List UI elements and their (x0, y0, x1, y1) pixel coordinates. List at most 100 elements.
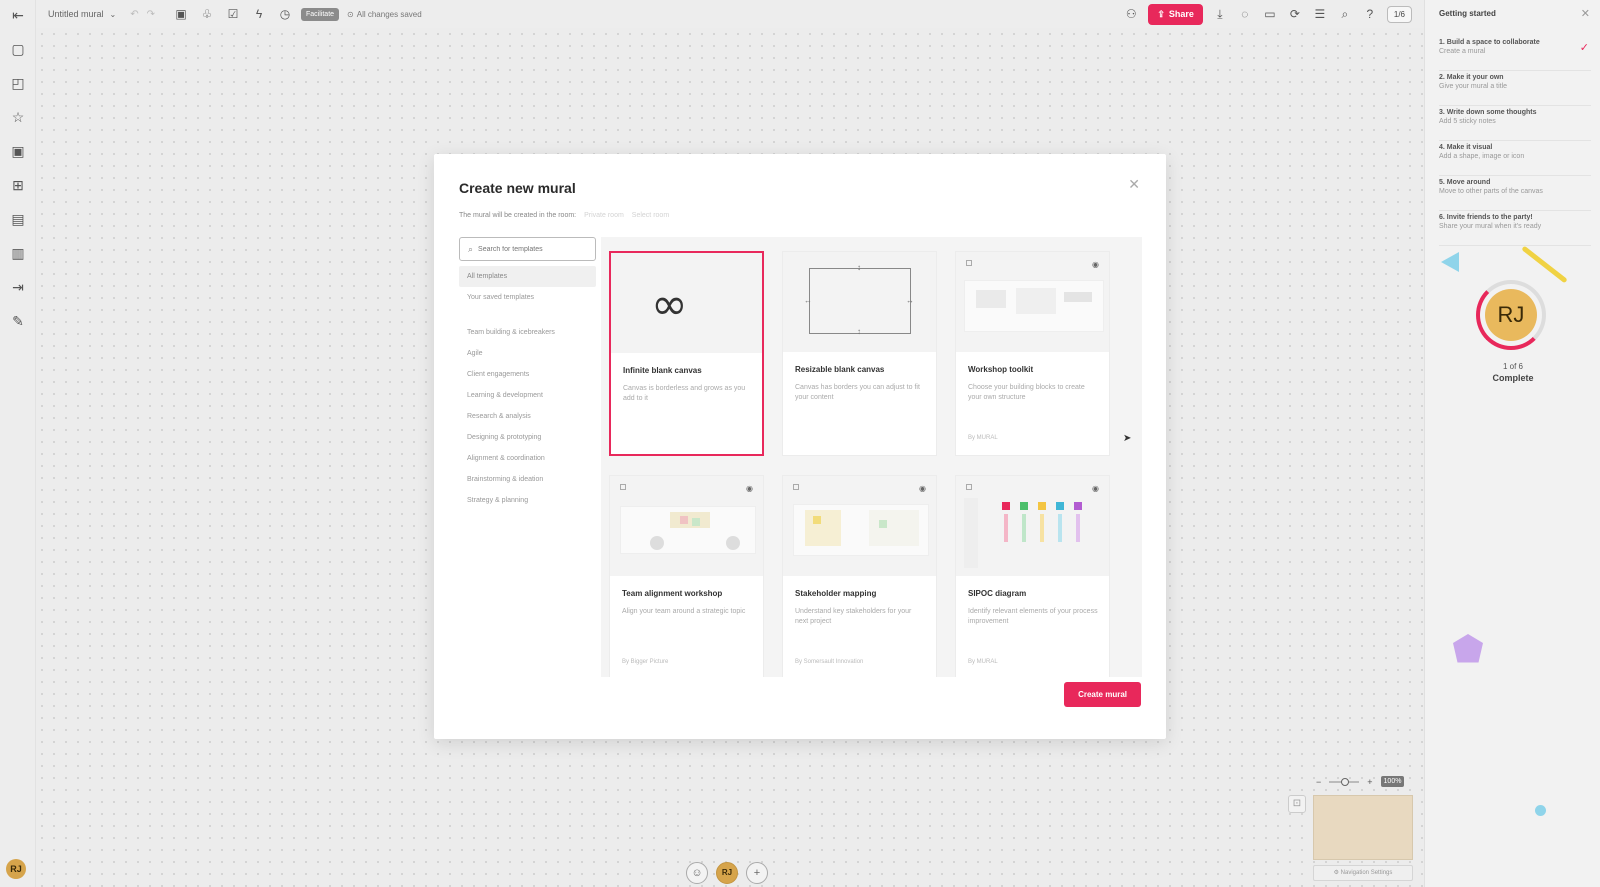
template-description: Canvas is borderless and grows as you ad… (623, 385, 746, 402)
step-title: 2. Make it your own (1439, 74, 1504, 81)
top-right-actions: ⚇ ⇪ Share ⤓ ◌ ▭ ⟳ ☰ ⌕ ? 1/6 (1123, 0, 1424, 28)
image-icon[interactable]: ▣ (9, 142, 27, 160)
step-item[interactable]: 6. Invite friends to the party! Share yo… (1439, 211, 1591, 246)
step-item[interactable]: 3. Write down some thoughts Add 5 sticky… (1439, 106, 1591, 141)
step-item[interactable]: 4. Make it visual Add a shape, image or … (1439, 141, 1591, 176)
category-saved-templates[interactable]: Your saved templates (459, 287, 596, 308)
zoom-out-icon[interactable]: − (1316, 777, 1321, 787)
search-canvas-icon[interactable]: ⌕ (1337, 6, 1353, 22)
close-icon[interactable]: ✕ (1581, 7, 1590, 20)
template-title: Stakeholder mapping (795, 589, 877, 598)
avatar: RJ (1485, 289, 1537, 341)
help-icon[interactable]: ? (1362, 6, 1378, 22)
bookmark-icon[interactable] (793, 484, 799, 490)
template-card-workshop-toolkit[interactable]: ◉ Workshop toolkit Choose your building … (955, 251, 1110, 456)
create-mural-button[interactable]: Create mural (1064, 682, 1141, 707)
comments-icon[interactable]: ◌ (1237, 6, 1253, 22)
zoom-level[interactable]: 100% (1380, 776, 1405, 787)
category-all-templates[interactable]: All templates (459, 266, 596, 287)
share-button[interactable]: ⇪ Share (1148, 3, 1203, 25)
fit-to-screen-icon[interactable]: ⊡ (1288, 795, 1306, 813)
preview-eye-icon[interactable]: ◉ (1092, 484, 1099, 493)
user-avatar-small[interactable]: RJ (6, 859, 26, 879)
outline-icon[interactable]: ☰ (1312, 6, 1328, 22)
template-card-stakeholder-mapping[interactable]: ◉ Stakeholder mapping Understand key sta… (782, 475, 937, 677)
category-item[interactable]: Research & analysis (459, 406, 596, 427)
voting-icon[interactable]: ♧ (199, 6, 215, 22)
step-item[interactable]: 5. Move around Move to other parts of th… (1439, 176, 1591, 211)
infinity-icon: ∞ (651, 279, 688, 330)
checklist-icon[interactable]: ☑ (225, 6, 241, 22)
template-author: By MURAL (968, 659, 998, 665)
zoom-in-icon[interactable]: + (1367, 777, 1372, 787)
zoom-slider-handle[interactable] (1341, 777, 1350, 786)
category-item[interactable]: Team building & icebreakers (459, 322, 596, 343)
add-collaborator-icon[interactable]: + (746, 862, 768, 884)
undo-icon[interactable]: ↶ (130, 9, 138, 20)
facilitate-toggle[interactable]: Facilitate (301, 7, 340, 21)
preview-eye-icon[interactable]: ◉ (919, 484, 926, 493)
pen-icon[interactable]: ✎ (9, 312, 27, 330)
library-icon[interactable]: ▥ (9, 244, 27, 262)
zoom-controls: − + 100% (1316, 776, 1405, 787)
bookmark-icon[interactable] (966, 260, 972, 266)
lightning-icon[interactable]: ϟ (251, 6, 267, 22)
table-icon[interactable]: ▤ (9, 210, 27, 228)
shapes-icon[interactable]: ◰ (9, 74, 27, 92)
template-title: Team alignment workshop (622, 589, 723, 598)
room-dropdown[interactable]: Private room (584, 212, 624, 219)
category-item[interactable]: Brainstorming & ideation (459, 469, 596, 490)
minimap[interactable] (1313, 795, 1413, 860)
template-card-infinite-canvas[interactable]: ∞ Infinite blank canvas Canvas is border… (609, 251, 764, 456)
preview-eye-icon[interactable]: ◉ (746, 484, 753, 493)
timer-icon[interactable]: ◷ (277, 6, 293, 22)
star-icon[interactable]: ☆ (9, 108, 27, 126)
frame-icon[interactable]: ▣ (173, 6, 189, 22)
getting-started-badge[interactable]: 1/6 (1386, 5, 1412, 23)
category-item[interactable]: Client engagements (459, 364, 596, 385)
sticky-note-icon[interactable]: ▢ (9, 40, 27, 58)
step-subtitle: Give your mural a title (1439, 83, 1508, 90)
category-item[interactable]: Agile (459, 343, 596, 364)
collaborator-avatar[interactable]: RJ (716, 862, 738, 884)
chevron-down-icon: ⌄ (109, 9, 117, 19)
chat-icon[interactable]: ▭ (1262, 6, 1278, 22)
search-input[interactable] (478, 245, 589, 253)
navigation-settings-button[interactable]: ⚙ Navigation Settings (1313, 865, 1413, 881)
template-card-sipoc-diagram[interactable]: ◉ SIPOC diagram Identify relevant elemen… (955, 475, 1110, 677)
preview-eye-icon[interactable]: ◉ (1092, 260, 1099, 269)
mural-title: Untitled mural (48, 9, 104, 19)
bookmark-icon[interactable] (966, 484, 972, 490)
exit-icon[interactable]: ⇤ (9, 6, 27, 24)
redo-icon[interactable]: ↷ (147, 9, 155, 20)
close-icon[interactable]: ✕ (1128, 176, 1140, 193)
line-decoration (1521, 245, 1568, 284)
bookmark-icon[interactable] (620, 484, 626, 490)
step-title: 1. Build a space to collaborate (1439, 39, 1540, 46)
grid-icon[interactable]: ⊞ (9, 176, 27, 194)
progress-ring: RJ (1476, 280, 1546, 350)
category-item[interactable]: Designing & prototyping (459, 427, 596, 448)
user-add-icon[interactable]: ⚇ (1123, 6, 1139, 22)
template-card-team-alignment[interactable]: ◉ Team alignment workshop Align your tea… (609, 475, 764, 677)
template-card-resizable-canvas[interactable]: ↕ ↕ ↔ ↔ Resizable blank canvas Canvas ha… (782, 251, 937, 456)
activity-icon[interactable]: ⟳ (1287, 6, 1303, 22)
panel-title: Getting started (1439, 9, 1496, 18)
dot-decoration (1535, 805, 1546, 816)
check-circle-icon: ⊙ (347, 9, 354, 19)
category-item[interactable]: Alignment & coordination (459, 448, 596, 469)
emoji-icon[interactable]: ☺ (686, 862, 708, 884)
undo-redo-group: ↶ ↷ (130, 9, 155, 20)
zoom-slider[interactable] (1329, 777, 1360, 786)
category-item[interactable]: Strategy & planning (459, 490, 596, 511)
step-item[interactable]: 1. Build a space to collaborate Create a… (1439, 36, 1591, 71)
download-icon[interactable]: ⤓ (1212, 6, 1228, 22)
left-toolbar: ⇤ ▢ ◰ ☆ ▣ ⊞ ▤ ▥ ⇥ ✎ RJ (0, 0, 36, 887)
mural-title-menu[interactable]: Untitled mural ⌄ (48, 9, 116, 19)
category-item[interactable]: Learning & development (459, 385, 596, 406)
import-icon[interactable]: ⇥ (9, 278, 27, 296)
step-item[interactable]: 2. Make it your own Give your mural a ti… (1439, 71, 1591, 106)
workspace-dropdown[interactable]: Select room (632, 212, 669, 219)
save-status-text: All changes saved (356, 9, 422, 19)
step-subtitle: Create a mural (1439, 48, 1486, 55)
